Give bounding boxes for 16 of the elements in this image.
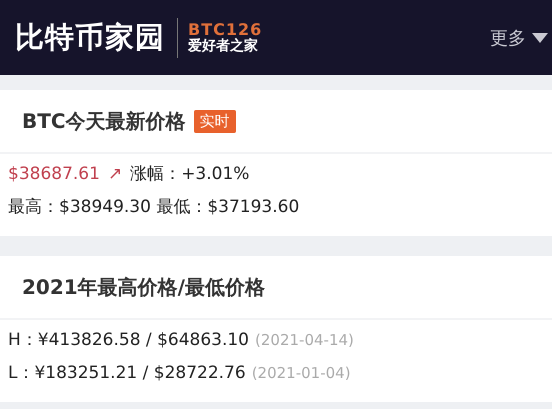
high-low-prices: 最高：$38949.30 最低：$37193.60 — [8, 196, 300, 218]
price-range: L：¥183251.21 / $28722.76 — [8, 362, 246, 384]
price-change: 涨幅：+3.01% — [130, 163, 250, 185]
card-title: BTC今天最新价格 — [22, 108, 186, 134]
caret-icon — [532, 32, 548, 42]
price-date: (2021-04-14) — [255, 331, 354, 349]
card-title: 2021年最高价格/最低价格 — [22, 274, 265, 300]
price-range: H：¥413826.58 / $64863.10 — [8, 329, 249, 351]
price-date: (2021-01-04) — [252, 364, 351, 382]
more-menu-button[interactable]: 更多 — [490, 26, 552, 50]
site-logo[interactable]: 比特币家园 — [15, 18, 165, 58]
trend-arrow: ↗ — [108, 164, 122, 184]
brand-code: BTC126 — [188, 21, 262, 39]
live-badge: 实时 — [194, 110, 236, 132]
brand-slogan: 爱好者之家 — [188, 38, 259, 54]
current-price: $38687.61 — [8, 164, 100, 184]
